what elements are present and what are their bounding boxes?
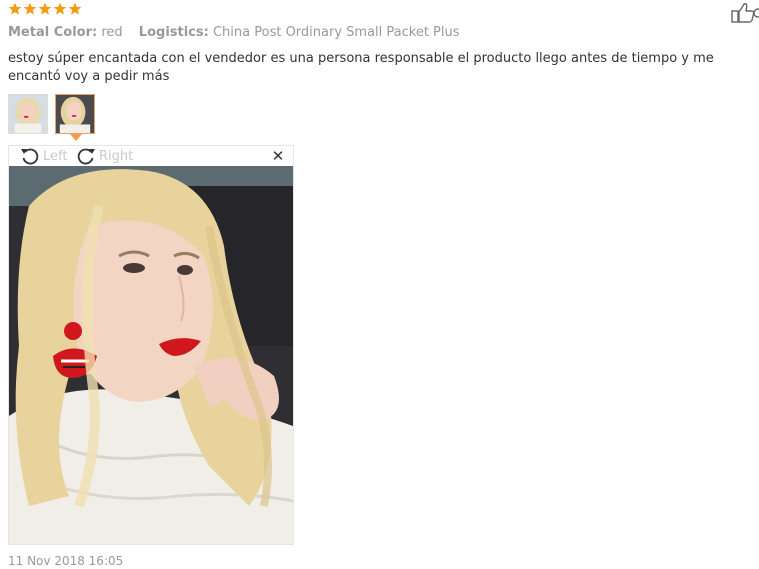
photo-thumbnail-image bbox=[9, 95, 47, 133]
review-text: estoy súper encantada con el vendedor es… bbox=[8, 51, 714, 84]
star-icon bbox=[53, 2, 67, 15]
close-icon: ✕ bbox=[271, 147, 285, 165]
thumbs-up-icon[interactable] bbox=[731, 2, 759, 24]
rotate-right-button[interactable]: Right bbox=[75, 146, 133, 166]
rotate-left-icon bbox=[21, 148, 39, 165]
rotate-left-label: Left bbox=[43, 148, 68, 164]
metal-color-value: red bbox=[101, 25, 123, 40]
review-timestamp: 11 Nov 2018 16:05 bbox=[8, 554, 124, 568]
star-icon bbox=[38, 2, 52, 15]
close-viewer-button[interactable]: ✕ bbox=[271, 148, 285, 164]
rotate-right-icon bbox=[77, 148, 95, 165]
metal-color-label: Metal Color: bbox=[8, 25, 98, 40]
rotate-left-button[interactable]: Left bbox=[19, 146, 67, 166]
photo-thumbnail-image bbox=[56, 95, 94, 133]
photo-viewer: Left Right ✕ bbox=[8, 145, 294, 545]
star-icon bbox=[23, 2, 37, 15]
photo-viewer-toolbar: Left Right ✕ bbox=[9, 146, 293, 166]
logistics-label: Logistics: bbox=[138, 25, 209, 40]
review-photo-large bbox=[9, 166, 293, 544]
star-rating bbox=[8, 2, 82, 16]
review-photo-thumbnail[interactable] bbox=[8, 94, 48, 134]
selected-thumbnail-pointer bbox=[70, 134, 82, 141]
review-attributes: Metal Color: red Logistics: China Post O… bbox=[8, 25, 472, 40]
star-icon bbox=[68, 2, 82, 15]
star-icon bbox=[8, 2, 22, 15]
logistics-value: China Post Ordinary Small Packet Plus bbox=[212, 25, 460, 40]
review-photo-thumbnail-selected[interactable] bbox=[55, 94, 95, 134]
rotate-right-label: Right bbox=[99, 148, 134, 164]
review-photo-image bbox=[9, 166, 293, 544]
